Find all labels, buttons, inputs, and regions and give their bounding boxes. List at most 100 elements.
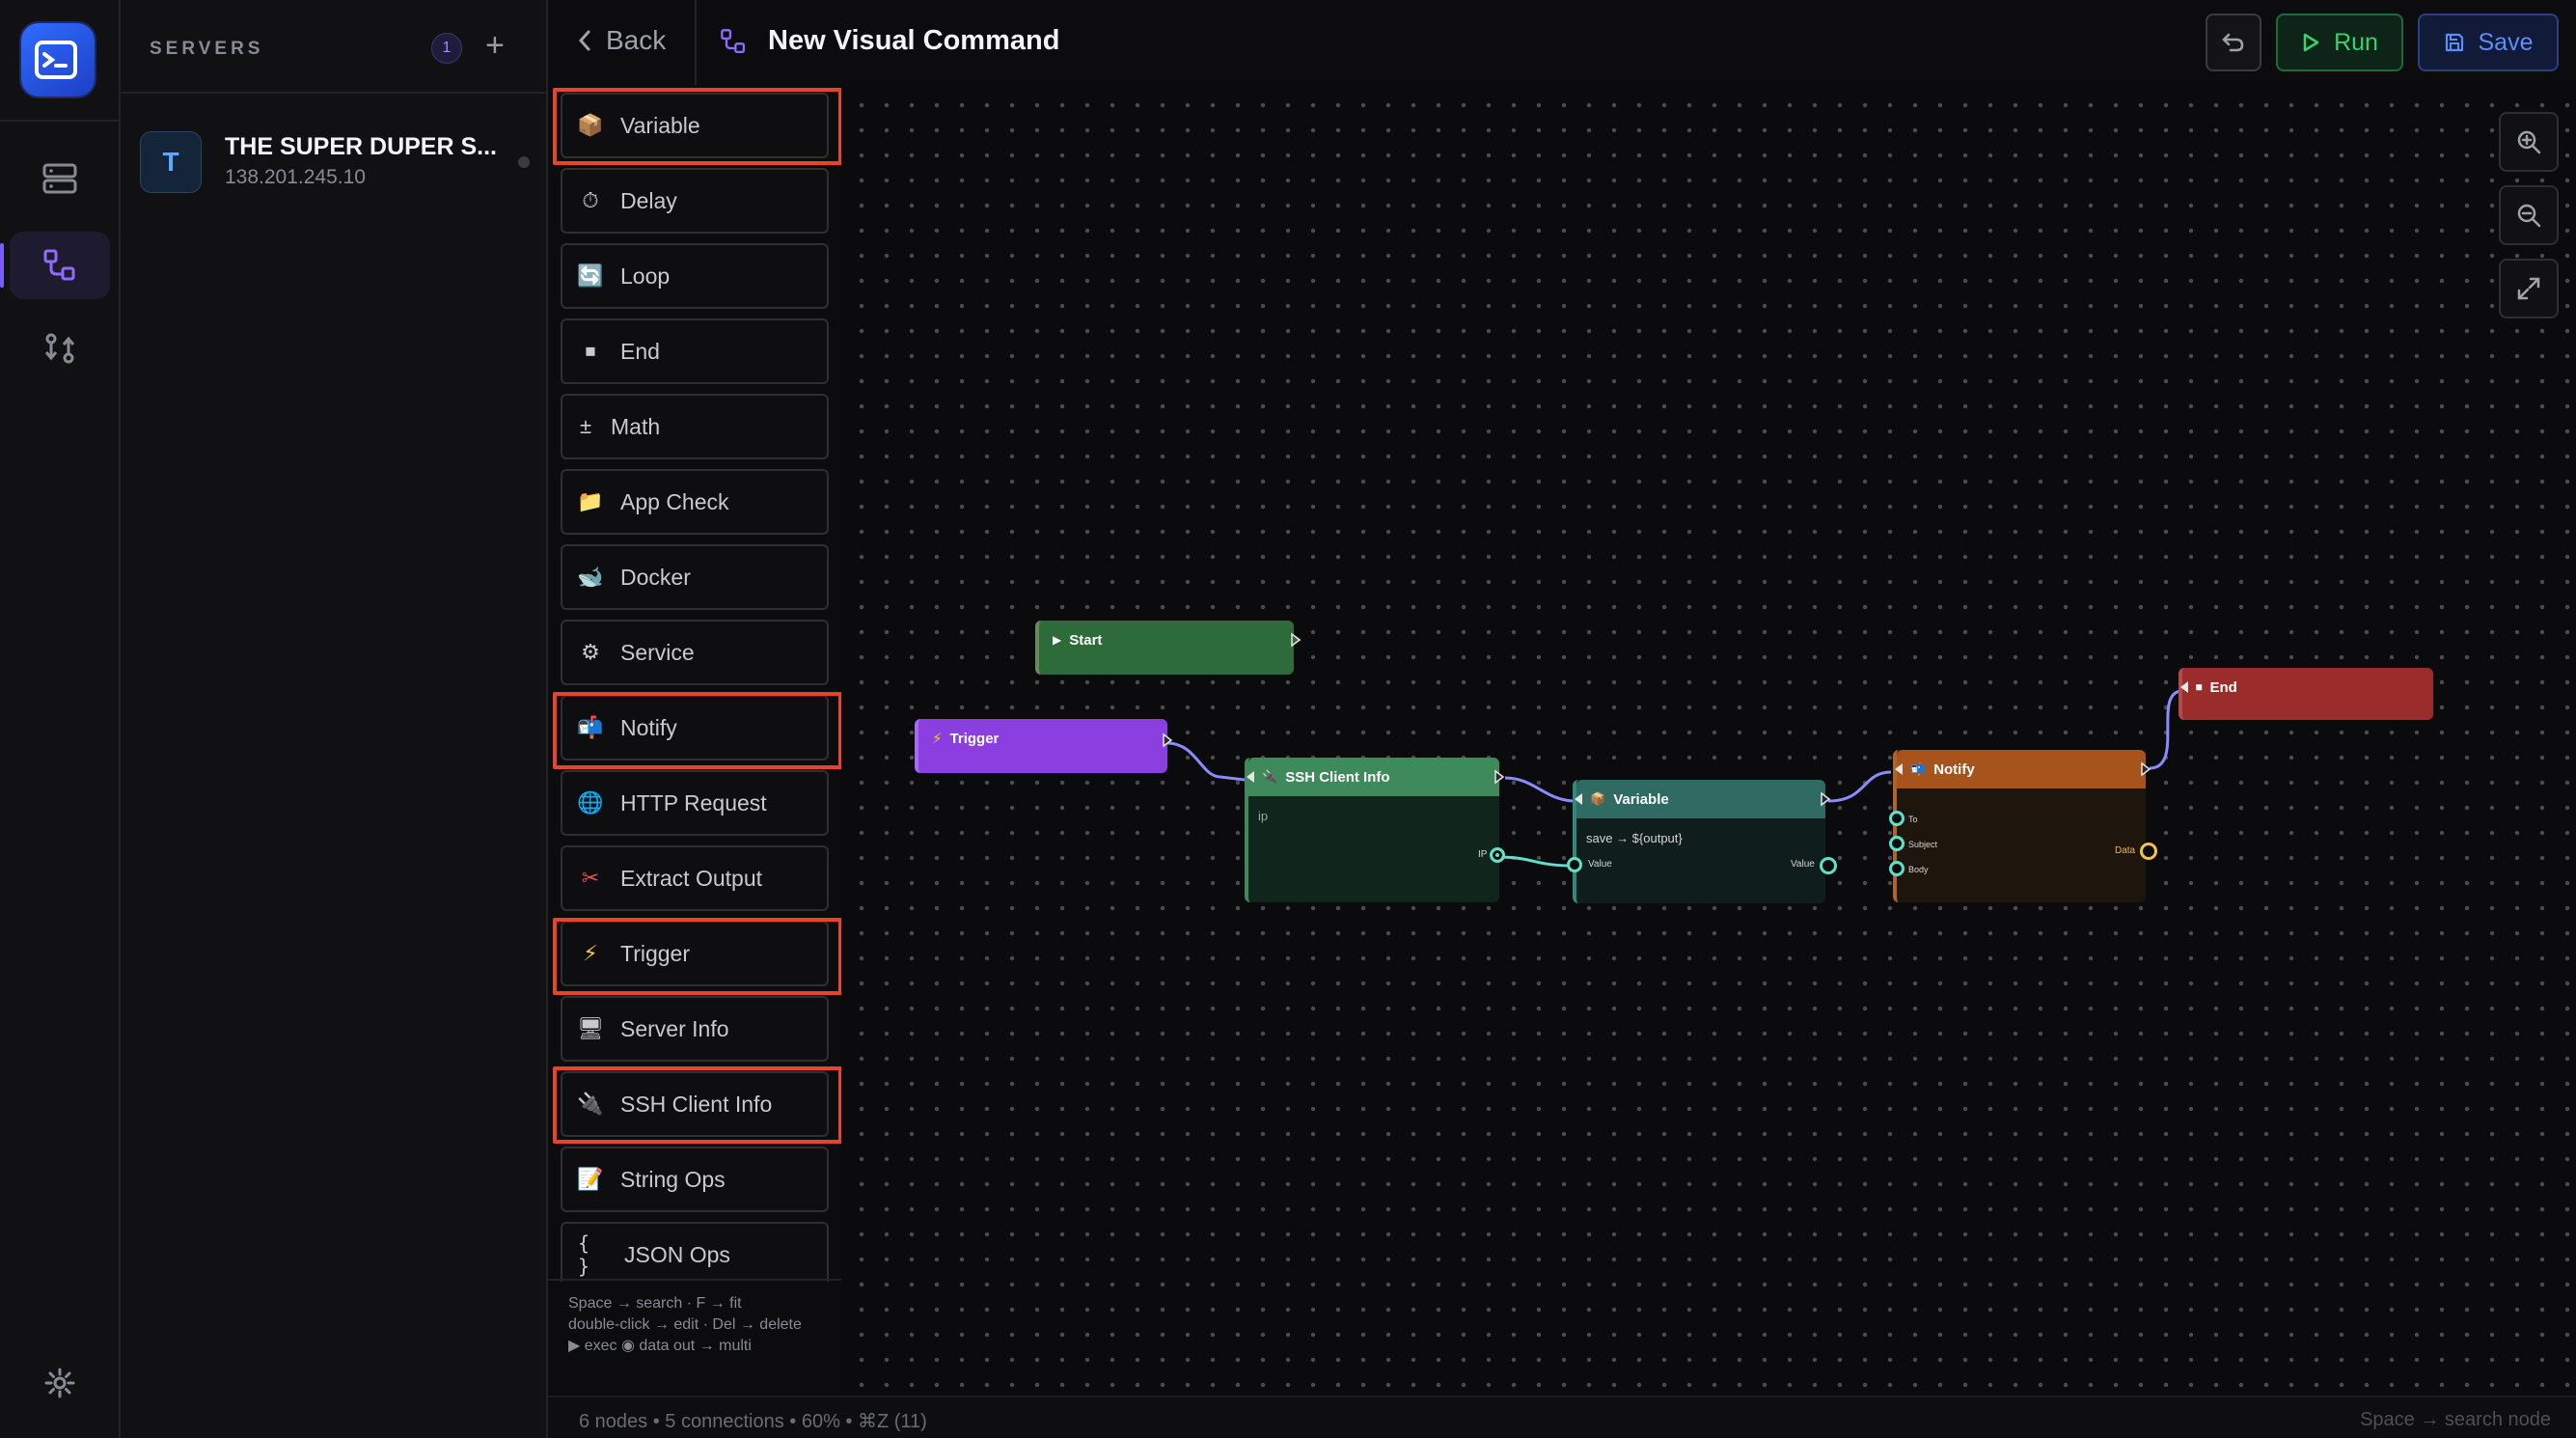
fit-view-button[interactable] (2499, 259, 2559, 318)
palette-item-service[interactable]: ⚙ Service (561, 620, 829, 685)
whale-icon: 🐋 (577, 565, 604, 589)
palette-item-label: Loop (620, 263, 671, 289)
node-header: 🔌 SSH Client Info (1248, 758, 1499, 796)
play-icon: ▶ (1053, 633, 1062, 647)
palette-item-label: HTTP Request (620, 789, 767, 816)
undo-icon (2222, 33, 2244, 52)
data-in-port[interactable] (1567, 857, 1582, 872)
palette-item-variable[interactable]: 📦 Variable (561, 93, 829, 158)
add-server-button[interactable]: + (485, 29, 505, 62)
node-notify[interactable]: 📬 Notify To Subject Body Data (1889, 750, 2157, 902)
palette-item-trigger[interactable]: ⚡ Trigger (561, 921, 829, 986)
plug-icon: 🔌 (577, 1092, 604, 1116)
play-icon (2303, 33, 2319, 52)
data-in-port[interactable] (1889, 811, 1905, 826)
node-start[interactable]: ▶ Start (1035, 621, 1302, 675)
palette-item-label: Service (620, 639, 695, 665)
loop-icon: 🔄 (577, 263, 604, 288)
save-button[interactable]: Save (2418, 14, 2559, 71)
shortcut-tips: Space → search · F → fit double-click → … (568, 1293, 829, 1357)
exec-out-port-icon[interactable] (1494, 769, 1505, 785)
palette-item-server-info[interactable]: 🖥 Server Info (561, 996, 829, 1062)
rail-servers-button[interactable] (10, 145, 110, 212)
rail-visual-commands-button[interactable] (0, 232, 110, 299)
palette-divider (548, 1279, 841, 1281)
server-list-item[interactable]: T THE SUPER DUPER S... 138.201.245.10 (140, 125, 535, 197)
palette-item-notify[interactable]: 📬 Notify (561, 695, 829, 760)
palette-item-app-check[interactable]: 📁 App Check (561, 469, 829, 535)
palette-item-label: Server Info (620, 1015, 729, 1041)
data-out-port[interactable] (2140, 843, 2157, 860)
zoom-out-button[interactable] (2499, 185, 2559, 245)
palette-item-label: Trigger (620, 940, 690, 966)
palette-item-loop[interactable]: 🔄 Loop (561, 243, 829, 309)
palette-item-label: JSON Ops (624, 1241, 730, 1267)
app-logo[interactable] (21, 23, 95, 97)
settings-button[interactable] (10, 1349, 110, 1417)
plug-icon: 🔌 (1262, 769, 1278, 784)
palette-item-label: End (620, 338, 660, 364)
node-ssh-client-info[interactable]: 🔌 SSH Client Info ip IP (1245, 758, 1505, 902)
node-variable[interactable]: 📦 Variable save → ${output} Value Value (1567, 780, 1837, 903)
status-summary: 6 nodes • 5 connections • 60% • ⌘Z (11) (579, 1411, 927, 1432)
undo-button[interactable] (2206, 14, 2261, 71)
palette-item-ssh-client-info[interactable]: 🔌 SSH Client Info (561, 1071, 829, 1137)
exec-in-port-icon[interactable] (2179, 679, 2190, 695)
port-label: Data (2115, 845, 2136, 856)
data-out-port[interactable] (1490, 847, 1505, 863)
sync-icon (44, 333, 75, 364)
gear-icon: ⚙ (581, 640, 600, 664)
node-title: Start (1069, 631, 1103, 649)
back-button[interactable]: Back (577, 25, 666, 56)
page-title-text: New Visual Command (768, 25, 1060, 56)
zoom-in-button[interactable] (2499, 112, 2559, 172)
palette-item-label: Delay (620, 187, 677, 213)
data-in-port[interactable] (1889, 836, 1905, 851)
expand-icon (2517, 277, 2540, 300)
exec-out-port-icon[interactable] (2140, 761, 2151, 777)
node-end[interactable]: ⏹ End (2179, 668, 2433, 720)
server-name: THE SUPER DUPER S... (225, 133, 497, 160)
visual-command-icon (721, 28, 746, 53)
node-header: 📦 Variable (1576, 780, 1825, 818)
palette-item-label: SSH Client Info (620, 1091, 773, 1117)
server-avatar: T (140, 131, 202, 193)
visual-commands-icon (43, 249, 75, 281)
variable-icon: 📦 (577, 113, 604, 137)
exec-out-port-icon[interactable] (1162, 733, 1173, 748)
run-button[interactable]: Run (2276, 14, 2403, 71)
mailbox-icon: 📬 (577, 715, 604, 739)
palette-item-json-ops[interactable]: { } JSON Ops (561, 1222, 829, 1282)
palette-item-delay[interactable]: ⏱ Delay (561, 168, 829, 234)
node-header: ▶ Start (1039, 621, 1294, 659)
palette-item-string-ops[interactable]: 📝 String Ops (561, 1147, 829, 1212)
braces-icon: { } (578, 1231, 590, 1278)
data-in-port[interactable] (1889, 861, 1905, 876)
palette-item-end[interactable]: ⏹ End (561, 318, 829, 384)
node-trigger[interactable]: ⚡ Trigger (915, 719, 1173, 773)
rail-sync-button[interactable] (10, 315, 110, 382)
rail-divider (0, 120, 121, 122)
palette-item-extract-output[interactable]: ✂ Extract Output (561, 845, 829, 911)
exec-in-port-icon[interactable] (1245, 769, 1256, 785)
palette-item-label: Notify (620, 714, 677, 740)
exec-out-port-icon[interactable] (1820, 791, 1831, 807)
back-label: Back (606, 25, 667, 55)
tip-line: Space → search · F → fit (568, 1295, 742, 1312)
palette-item-http-request[interactable]: 🌐 HTTP Request (561, 770, 829, 836)
node-field: ip (1258, 809, 1269, 823)
globe-icon: 🌐 (577, 790, 604, 815)
palette-item-math[interactable]: ± Math (561, 394, 829, 459)
data-out-port[interactable] (1820, 857, 1837, 874)
exec-out-port-icon (1291, 632, 1302, 648)
status-bar: 6 nodes • 5 connections • 60% • ⌘Z (11) … (548, 1396, 2576, 1438)
palette-item-docker[interactable]: 🐋 Docker (561, 544, 829, 610)
node-header: ⏹ End (2182, 668, 2433, 706)
exec-in-port-icon[interactable] (1893, 761, 1905, 777)
node-title: End (2209, 678, 2237, 696)
exec-in-port-icon[interactable] (1573, 791, 1584, 807)
editor-header: Back New Visual Command Run Save (548, 0, 2576, 85)
save-icon (2445, 33, 2463, 52)
tip-line: ▶ exec ◉ data out → multi (568, 1338, 752, 1354)
lightning-icon: ⚡ (932, 731, 943, 747)
